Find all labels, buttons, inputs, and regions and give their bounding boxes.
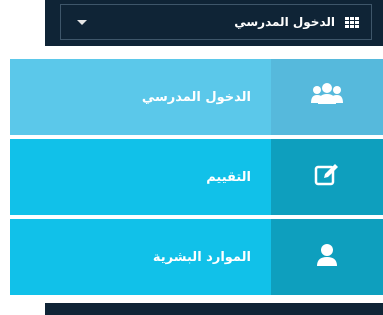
dropdown-label: الدخول المدرسي: [234, 15, 335, 29]
menu-item-icon-area[interactable]: [271, 139, 383, 215]
grid-icon: [345, 17, 359, 29]
menu-item-label-area[interactable]: الموارد البشرية: [10, 219, 271, 295]
menu-item-label: الموارد البشرية: [152, 249, 251, 265]
edit-icon: [314, 163, 340, 191]
menu-item-label-area[interactable]: التقييم: [10, 139, 271, 215]
menu-item-label: التقييم: [206, 169, 251, 185]
menu-item-label: الدخول المدرسي: [141, 89, 251, 105]
module-dropdown[interactable]: الدخول المدرسي: [60, 4, 372, 40]
bottom-bar: [45, 303, 383, 315]
menu-item-human-resources[interactable]: الموارد البشرية: [10, 219, 383, 295]
users-group-icon: [311, 82, 343, 112]
bottom-left-space: [0, 303, 45, 315]
top-bar: الدخول المدرسي: [0, 0, 383, 46]
menu-item-evaluation[interactable]: التقييم: [10, 139, 383, 215]
menu-item-icon-area[interactable]: [271, 59, 383, 135]
dropdown-menu: الدخول المدرسي التقييم الموارد البشرية: [0, 46, 383, 303]
caret-down-icon[interactable]: [77, 20, 87, 25]
menu-item-label-area[interactable]: الدخول المدرسي: [10, 59, 271, 135]
menu-item-icon-area[interactable]: [271, 219, 383, 295]
menu-item-school-entry[interactable]: الدخول المدرسي: [10, 59, 383, 135]
user-icon: [316, 243, 338, 271]
